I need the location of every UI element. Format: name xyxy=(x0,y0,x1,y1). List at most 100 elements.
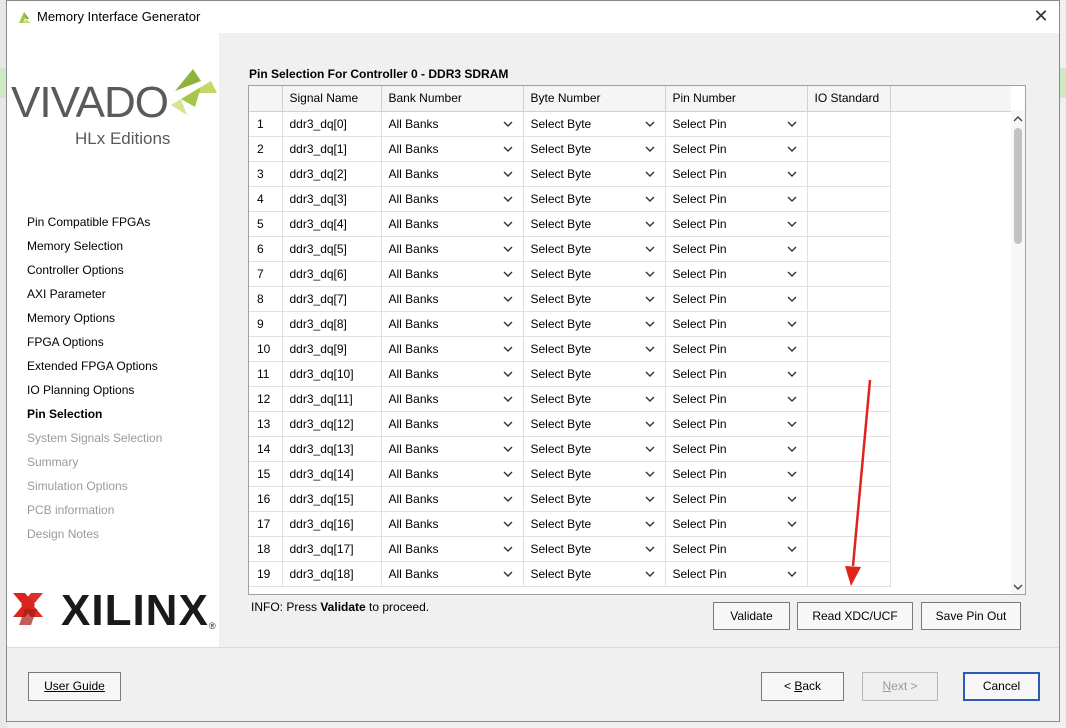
byte-number-dropdown[interactable]: Select Byte xyxy=(523,311,666,337)
byte-number-dropdown[interactable]: Select Byte xyxy=(523,511,666,537)
pin-number-dropdown[interactable]: Select Pin xyxy=(665,161,808,187)
pin-number-dropdown[interactable]: Select Pin xyxy=(665,386,808,412)
bank-number-dropdown[interactable]: All Banks xyxy=(381,536,524,562)
byte-number-dropdown[interactable]: Select Byte xyxy=(523,386,666,412)
validate-button[interactable]: Validate xyxy=(713,602,790,630)
signal-name-cell: ddr3_dq[15] xyxy=(282,486,382,512)
byte-number-dropdown[interactable]: Select Byte xyxy=(523,261,666,287)
col-header-byte-number[interactable]: Byte Number xyxy=(523,86,666,112)
pin-number-dropdown[interactable]: Select Pin xyxy=(665,486,808,512)
bank-number-dropdown[interactable]: All Banks xyxy=(381,211,524,237)
cancel-button[interactable]: Cancel xyxy=(963,672,1040,701)
byte-number-dropdown[interactable]: Select Byte xyxy=(523,461,666,487)
chevron-down-icon xyxy=(645,146,654,152)
chevron-down-icon xyxy=(645,171,654,177)
col-header-bank-number[interactable]: Bank Number xyxy=(381,86,524,112)
save-pin-out-button[interactable]: Save Pin Out xyxy=(921,602,1021,630)
bank-number-dropdown[interactable]: All Banks xyxy=(381,136,524,162)
pin-number-dropdown[interactable]: Select Pin xyxy=(665,236,808,262)
sidebar-item-pin-selection[interactable]: Pin Selection xyxy=(27,406,162,430)
pin-number-dropdown[interactable]: Select Pin xyxy=(665,261,808,287)
signal-name-cell: ddr3_dq[12] xyxy=(282,411,382,437)
sidebar-item-pin-compatible-fpgas[interactable]: Pin Compatible FPGAs xyxy=(27,214,162,238)
sidebar-item-memory-options[interactable]: Memory Options xyxy=(27,310,162,334)
bank-number-dropdown[interactable]: All Banks xyxy=(381,511,524,537)
bank-number-dropdown[interactable]: All Banks xyxy=(381,111,524,137)
bank-number-dropdown[interactable]: All Banks xyxy=(381,486,524,512)
byte-number-dropdown[interactable]: Select Byte xyxy=(523,361,666,387)
bank-number-dropdown[interactable]: All Banks xyxy=(381,286,524,312)
pin-number-dropdown[interactable]: Select Pin xyxy=(665,361,808,387)
bank-number-dropdown[interactable]: All Banks xyxy=(381,461,524,487)
pin-number-dropdown[interactable]: Select Pin xyxy=(665,436,808,462)
pin-number-dropdown[interactable]: Select Pin xyxy=(665,136,808,162)
pin-number-dropdown[interactable]: Select Pin xyxy=(665,511,808,537)
byte-number-dropdown[interactable]: Select Byte xyxy=(523,561,666,587)
filler-cell xyxy=(890,136,1011,161)
sidebar-item-fpga-options[interactable]: FPGA Options xyxy=(27,334,162,358)
byte-number-value: Select Byte xyxy=(530,541,592,556)
scroll-up-icon[interactable] xyxy=(1013,114,1023,124)
byte-number-dropdown[interactable]: Select Byte xyxy=(523,136,666,162)
bank-number-dropdown[interactable]: All Banks xyxy=(381,561,524,587)
row-index: 1 xyxy=(249,111,283,137)
pin-number-dropdown[interactable]: Select Pin xyxy=(665,311,808,337)
bank-number-dropdown[interactable]: All Banks xyxy=(381,436,524,462)
col-header-io-standard[interactable]: IO Standard xyxy=(807,86,891,112)
byte-number-dropdown[interactable]: Select Byte xyxy=(523,486,666,512)
pin-number-dropdown[interactable]: Select Pin xyxy=(665,111,808,137)
sidebar-item-design-notes: Design Notes xyxy=(27,527,100,541)
row-index: 11 xyxy=(249,361,283,387)
col-header-signal-name[interactable]: Signal Name xyxy=(282,86,382,112)
sidebar-item-axi-parameter[interactable]: AXI Parameter xyxy=(27,286,162,310)
bank-number-value: All Banks xyxy=(388,266,439,281)
sidebar-item-io-planning-options[interactable]: IO Planning Options xyxy=(27,382,162,406)
chevron-down-icon xyxy=(503,171,512,177)
bank-number-dropdown[interactable]: All Banks xyxy=(381,386,524,412)
sidebar-item-memory-selection[interactable]: Memory Selection xyxy=(27,238,162,262)
pin-number-dropdown[interactable]: Select Pin xyxy=(665,186,808,212)
byte-number-dropdown[interactable]: Select Byte xyxy=(523,436,666,462)
info-prefix: INFO: Press xyxy=(251,600,321,614)
bank-number-dropdown[interactable]: All Banks xyxy=(381,236,524,262)
user-guide-button[interactable]: User Guide xyxy=(28,672,121,701)
chevron-down-icon xyxy=(787,271,796,277)
bank-number-dropdown[interactable]: All Banks xyxy=(381,361,524,387)
col-header-pin-number[interactable]: Pin Number xyxy=(665,86,808,112)
byte-number-dropdown[interactable]: Select Byte xyxy=(523,336,666,362)
bank-number-dropdown[interactable]: All Banks xyxy=(381,311,524,337)
io-standard-cell xyxy=(807,336,891,362)
byte-number-dropdown[interactable]: Select Byte xyxy=(523,161,666,187)
back-button[interactable]: < Back xyxy=(761,672,844,701)
byte-number-dropdown[interactable]: Select Byte xyxy=(523,236,666,262)
close-icon[interactable]: ✕ xyxy=(1029,5,1053,27)
byte-number-dropdown[interactable]: Select Byte xyxy=(523,536,666,562)
bank-number-dropdown[interactable]: All Banks xyxy=(381,411,524,437)
bank-number-dropdown[interactable]: All Banks xyxy=(381,336,524,362)
pin-number-dropdown[interactable]: Select Pin xyxy=(665,211,808,237)
read-xdc-ucf-button[interactable]: Read XDC/UCF xyxy=(797,602,913,630)
pin-number-value: Select Pin xyxy=(672,441,727,456)
vertical-scrollbar[interactable] xyxy=(1011,110,1025,594)
sidebar-item-extended-fpga-options[interactable]: Extended FPGA Options xyxy=(27,358,162,382)
sidebar-item-controller-options[interactable]: Controller Options xyxy=(27,262,162,286)
pin-number-dropdown[interactable]: Select Pin xyxy=(665,461,808,487)
pin-number-dropdown[interactable]: Select Pin xyxy=(665,411,808,437)
pin-number-dropdown[interactable]: Select Pin xyxy=(665,561,808,587)
next-button[interactable]: Next > xyxy=(862,672,938,701)
table-row: 7 ddr3_dq[6] All Banks Select Byte Select Pi… xyxy=(249,261,1011,287)
pin-number-dropdown[interactable]: Select Pin xyxy=(665,536,808,562)
byte-number-dropdown[interactable]: Select Byte xyxy=(523,211,666,237)
bank-number-dropdown[interactable]: All Banks xyxy=(381,261,524,287)
scrollbar-thumb[interactable] xyxy=(1014,128,1022,244)
byte-number-dropdown[interactable]: Select Byte xyxy=(523,186,666,212)
scroll-down-icon[interactable] xyxy=(1013,582,1023,592)
byte-number-dropdown[interactable]: Select Byte xyxy=(523,286,666,312)
byte-number-dropdown[interactable]: Select Byte xyxy=(523,111,666,137)
pin-number-dropdown[interactable]: Select Pin xyxy=(665,286,808,312)
bank-number-dropdown[interactable]: All Banks xyxy=(381,161,524,187)
pin-number-dropdown[interactable]: Select Pin xyxy=(665,336,808,362)
pin-number-value: Select Pin xyxy=(672,266,727,281)
byte-number-dropdown[interactable]: Select Byte xyxy=(523,411,666,437)
bank-number-dropdown[interactable]: All Banks xyxy=(381,186,524,212)
